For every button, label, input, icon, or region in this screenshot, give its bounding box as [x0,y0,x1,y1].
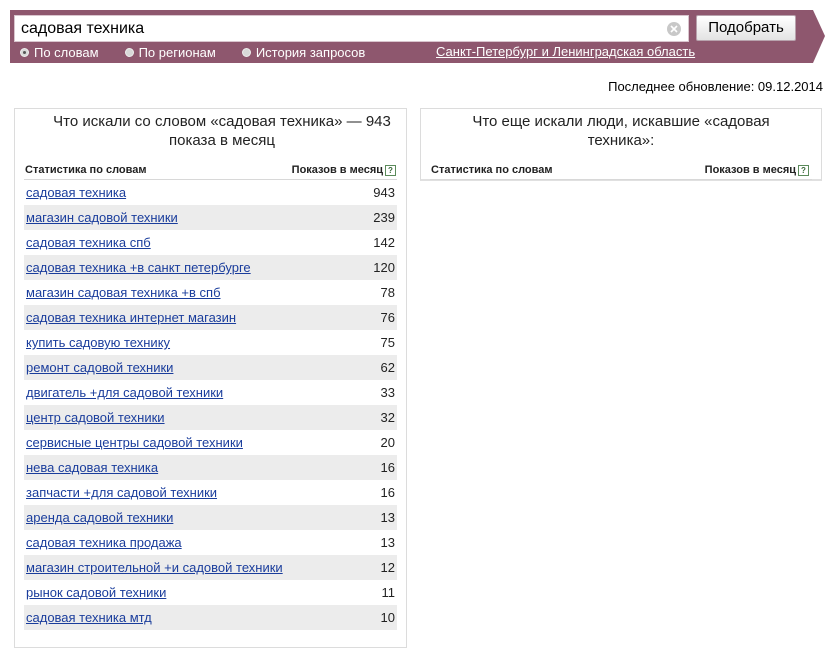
related-words-panel: Что искали со словом «садовая техника» —… [14,108,407,648]
col-header-shows: Показов в месяц? [292,164,396,176]
mode-label: По словам [34,44,99,60]
keyword-link[interactable]: купить садовую технику [26,335,170,350]
table-row: ремонт садовой техники 62 [24,355,397,380]
keyword-link[interactable]: садовая техника продажа [26,535,182,550]
keyword-link[interactable]: аренда садовой техники [26,510,173,525]
keyword-link[interactable]: магазин садовой техники [26,210,178,225]
table-row: аренда садовой техники 13 [24,505,397,530]
table-row: садовая техника +в санкт петербурге 120 [24,255,397,280]
col-header-shows: Показов в месяц? [705,164,809,176]
table-row: садовая техника продажа 13 [24,530,397,555]
shows-count: 62 [380,360,395,375]
table-row: садовая техника 943 [24,180,397,205]
keyword-link[interactable]: магазин садовая техника +в спб [26,285,221,300]
shows-count: 142 [373,235,395,250]
shows-count: 16 [380,485,395,500]
table-row: купить садовую технику 75 [24,330,397,355]
keyword-link[interactable]: двигатель +для садовой техники [26,385,223,400]
shows-count: 32 [380,410,395,425]
clear-icon[interactable] [667,22,681,36]
shows-count: 12 [380,560,395,575]
shows-count: 10 [380,610,395,625]
radio-checked-icon [20,47,29,57]
search-input[interactable] [21,18,661,39]
shows-count: 75 [380,335,395,350]
radio-icon [241,47,251,57]
shows-count: 943 [373,185,395,200]
radio-icon [124,47,134,57]
last-update: Последнее обновление: 09.12.2014 [608,79,823,94]
region-link[interactable]: Санкт-Петербург и Ленинградская область [436,44,695,59]
keyword-link[interactable]: садовая техника [26,185,126,200]
search-box[interactable] [14,15,689,42]
table-row: садовая техника интернет магазин 76 [24,305,397,330]
table-row: садовая техника спб 142 [24,230,397,255]
keyword-link[interactable]: сервисные центры садовой техники [26,435,243,450]
mode-label: История запросов [255,44,366,60]
divider [430,179,812,180]
shows-count: 78 [380,285,395,300]
mode-history[interactable]: История запросов [241,44,366,60]
shows-count: 76 [380,310,395,325]
table-row: магазин садовой техники 239 [24,205,397,230]
shows-count: 13 [380,535,395,550]
help-icon[interactable]: ? [798,165,809,176]
table-row: рынок садовой техники 11 [24,580,397,605]
shows-count: 239 [373,210,395,225]
mode-label: По регионам [138,44,216,60]
keyword-list: садовая техника 943 магазин садовой техник… [24,180,397,630]
col-header-words: Статистика по словам [25,164,147,176]
search-bar: Подобрать По словам По регионам История … [10,10,825,63]
table-row: магазин садовая техника +в спб 78 [24,280,397,305]
table-row: магазин строительной +и садовой техники 1… [24,555,397,580]
shows-count: 120 [373,260,395,275]
keyword-link[interactable]: садовая техника интернет магазин [26,310,236,325]
keyword-link[interactable]: садовая техника мтд [26,610,152,625]
topbar-notch [813,10,825,36]
keyword-link[interactable]: садовая техника +в санкт петербурге [26,260,251,275]
table-row: садовая техника мтд 10 [24,605,397,630]
keyword-link[interactable]: рынок садовой техники [26,585,166,600]
also-searched-panel: Что еще искали люди, искавшие «садовая т… [420,108,822,181]
panel-title: Что искали со словом «садовая техника» —… [53,113,391,149]
shows-count: 33 [380,385,395,400]
table-row: сервисные центры садовой техники 20 [24,430,397,455]
shows-count: 11 [381,585,396,600]
mode-by-regions[interactable]: По регионам [124,44,216,60]
mode-by-words[interactable]: По словам [20,45,99,60]
table-row: нева садовая техника 16 [24,455,397,480]
shows-count: 20 [380,435,395,450]
shows-count: 13 [380,510,395,525]
panel-title: Что еще искали люди, искавшие «садовая т… [472,113,770,149]
submit-button[interactable]: Подобрать [696,15,796,41]
keyword-link[interactable]: центр садовой техники [26,410,165,425]
keyword-link[interactable]: нева садовая техника [26,460,158,475]
shows-count: 16 [380,460,395,475]
keyword-link[interactable]: магазин строительной +и садовой техники [26,560,283,575]
col-header-shows-label: Показов в месяц [704,164,796,176]
search-mode-group: По словам По регионам История запросов [20,44,391,60]
topbar-notch-lower [813,36,825,63]
keyword-link[interactable]: запчасти +для садовой техники [26,485,217,500]
help-icon[interactable]: ? [385,165,396,176]
keyword-link[interactable]: садовая техника спб [26,235,151,250]
col-header-words: Статистика по словам [431,164,553,176]
keyword-link[interactable]: ремонт садовой техники [26,360,173,375]
table-row: двигатель +для садовой техники 33 [24,380,397,405]
col-header-shows-label: Показов в месяц [291,164,383,176]
table-row: запчасти +для садовой техники 16 [24,480,397,505]
table-row: центр садовой техники 32 [24,405,397,430]
